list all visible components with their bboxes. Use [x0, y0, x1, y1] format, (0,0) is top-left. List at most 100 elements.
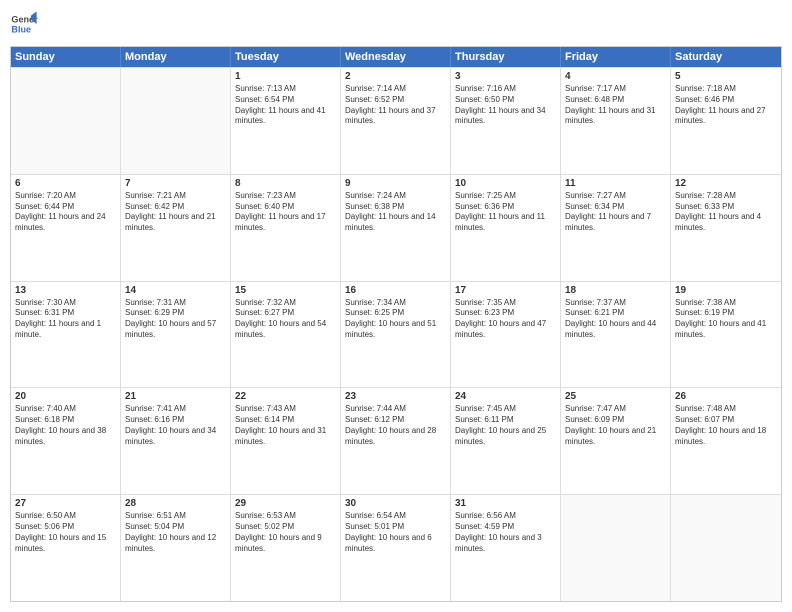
cal-cell: 10 Sunrise: 7:25 AMSunset: 6:36 PMDayligh…: [451, 175, 561, 281]
cal-cell: 16Sunrise: 7:34 AMSunset: 6:25 PMDayligh…: [341, 282, 451, 388]
cal-cell: 8 Sunrise: 7:23 AMSunset: 6:40 PMDaylight…: [231, 175, 341, 281]
cell-daylight-info: Sunrise: 6:54 AMSunset: 5:01 PMDaylight:…: [345, 511, 446, 554]
calendar-header: SundayMondayTuesdayWednesdayThursdayFrid…: [11, 47, 781, 67]
cal-cell: 22 Sunrise: 7:43 AMSunset: 6:14 PMDayligh…: [231, 388, 341, 494]
cal-cell: [11, 68, 121, 174]
day-number: 30: [345, 498, 446, 509]
logo-icon: General Blue: [10, 10, 38, 38]
cell-daylight-info: Sunrise: 7:30 AMSunset: 6:31 PMDaylight:…: [15, 298, 116, 341]
cal-cell: 9 Sunrise: 7:24 AMSunset: 6:38 PMDaylight…: [341, 175, 451, 281]
day-number: 2: [345, 71, 446, 82]
cell-daylight-info: Sunrise: 6:56 AMSunset: 4:59 PMDaylight:…: [455, 511, 556, 554]
cal-cell: 5 Sunrise: 7:18 AMSunset: 6:46 PMDaylight…: [671, 68, 781, 174]
day-number: 10: [455, 178, 556, 189]
cal-cell: 11Sunrise: 7:27 AMSunset: 6:34 PMDayligh…: [561, 175, 671, 281]
day-number: 13: [15, 285, 116, 296]
day-number: 17: [455, 285, 556, 296]
cal-cell: 14Sunrise: 7:31 AMSunset: 6:29 PMDayligh…: [121, 282, 231, 388]
cal-cell: 30 Sunrise: 6:54 AMSunset: 5:01 PMDayligh…: [341, 495, 451, 601]
cell-daylight-info: Sunrise: 7:38 AMSunset: 6:19 PMDaylight:…: [675, 298, 777, 341]
cal-cell: 24 Sunrise: 7:45 AMSunset: 6:11 PMDayligh…: [451, 388, 561, 494]
day-number: 9: [345, 178, 446, 189]
page: General Blue SundayMondayTuesdayWednesda…: [0, 0, 792, 612]
logo: General Blue: [10, 10, 41, 38]
cell-daylight-info: Sunrise: 7:27 AMSunset: 6:34 PMDaylight:…: [565, 191, 666, 234]
cell-daylight-info: Sunrise: 6:51 AMSunset: 5:04 PMDaylight:…: [125, 511, 226, 554]
day-number: 31: [455, 498, 556, 509]
cell-daylight-info: Sunrise: 7:16 AMSunset: 6:50 PMDaylight:…: [455, 84, 556, 127]
cell-daylight-info: Sunrise: 7:48 AMSunset: 6:07 PMDaylight:…: [675, 404, 777, 447]
cal-cell: 27Sunrise: 6:50 AMSunset: 5:06 PMDayligh…: [11, 495, 121, 601]
cal-cell: 20 Sunrise: 7:40 AMSunset: 6:18 PMDayligh…: [11, 388, 121, 494]
header-day-sunday: Sunday: [11, 47, 121, 67]
cell-daylight-info: Sunrise: 7:45 AMSunset: 6:11 PMDaylight:…: [455, 404, 556, 447]
day-number: 6: [15, 178, 116, 189]
cell-daylight-info: Sunrise: 7:25 AMSunset: 6:36 PMDaylight:…: [455, 191, 556, 234]
calendar-row-3: 20 Sunrise: 7:40 AMSunset: 6:18 PMDayligh…: [11, 387, 781, 494]
cell-daylight-info: Sunrise: 7:37 AMSunset: 6:21 PMDaylight:…: [565, 298, 666, 341]
cal-cell: 17Sunrise: 7:35 AMSunset: 6:23 PMDayligh…: [451, 282, 561, 388]
cell-daylight-info: Sunrise: 7:20 AMSunset: 6:44 PMDaylight:…: [15, 191, 116, 234]
day-number: 23: [345, 391, 446, 402]
cal-cell: 15 Sunrise: 7:32 AMSunset: 6:27 PMDayligh…: [231, 282, 341, 388]
cal-cell: 28 Sunrise: 6:51 AMSunset: 5:04 PMDayligh…: [121, 495, 231, 601]
header-day-saturday: Saturday: [671, 47, 781, 67]
day-number: 1: [235, 71, 336, 82]
day-number: 8: [235, 178, 336, 189]
cal-cell: [671, 495, 781, 601]
calendar-row-0: 1 Sunrise: 7:13 AMSunset: 6:54 PMDaylight…: [11, 67, 781, 174]
cell-daylight-info: Sunrise: 7:17 AMSunset: 6:48 PMDaylight:…: [565, 84, 666, 127]
day-number: 24: [455, 391, 556, 402]
cal-cell: 2 Sunrise: 7:14 AMSunset: 6:52 PMDaylight…: [341, 68, 451, 174]
calendar: SundayMondayTuesdayWednesdayThursdayFrid…: [10, 46, 782, 602]
cell-daylight-info: Sunrise: 7:40 AMSunset: 6:18 PMDaylight:…: [15, 404, 116, 447]
cell-daylight-info: Sunrise: 7:41 AMSunset: 6:16 PMDaylight:…: [125, 404, 226, 447]
day-number: 12: [675, 178, 777, 189]
cell-daylight-info: Sunrise: 7:18 AMSunset: 6:46 PMDaylight:…: [675, 84, 777, 127]
cal-cell: 6 Sunrise: 7:20 AMSunset: 6:44 PMDaylight…: [11, 175, 121, 281]
calendar-row-1: 6 Sunrise: 7:20 AMSunset: 6:44 PMDaylight…: [11, 174, 781, 281]
day-number: 22: [235, 391, 336, 402]
cal-cell: 19 Sunrise: 7:38 AMSunset: 6:19 PMDayligh…: [671, 282, 781, 388]
cell-daylight-info: Sunrise: 7:24 AMSunset: 6:38 PMDaylight:…: [345, 191, 446, 234]
day-number: 21: [125, 391, 226, 402]
header: General Blue: [10, 10, 782, 38]
day-number: 19: [675, 285, 777, 296]
cell-daylight-info: Sunrise: 7:44 AMSunset: 6:12 PMDaylight:…: [345, 404, 446, 447]
calendar-row-4: 27Sunrise: 6:50 AMSunset: 5:06 PMDayligh…: [11, 494, 781, 601]
day-number: 20: [15, 391, 116, 402]
cell-daylight-info: Sunrise: 7:28 AMSunset: 6:33 PMDaylight:…: [675, 191, 777, 234]
cell-daylight-info: Sunrise: 7:47 AMSunset: 6:09 PMDaylight:…: [565, 404, 666, 447]
day-number: 28: [125, 498, 226, 509]
cell-daylight-info: Sunrise: 7:21 AMSunset: 6:42 PMDaylight:…: [125, 191, 226, 234]
header-day-wednesday: Wednesday: [341, 47, 451, 67]
cell-daylight-info: Sunrise: 6:50 AMSunset: 5:06 PMDaylight:…: [15, 511, 116, 554]
header-day-thursday: Thursday: [451, 47, 561, 67]
cal-cell: 3Sunrise: 7:16 AMSunset: 6:50 PMDaylight…: [451, 68, 561, 174]
cal-cell: 21 Sunrise: 7:41 AMSunset: 6:16 PMDayligh…: [121, 388, 231, 494]
cal-cell: 29Sunrise: 6:53 AMSunset: 5:02 PMDayligh…: [231, 495, 341, 601]
header-day-friday: Friday: [561, 47, 671, 67]
day-number: 15: [235, 285, 336, 296]
header-day-monday: Monday: [121, 47, 231, 67]
cal-cell: [121, 68, 231, 174]
cal-cell: 12 Sunrise: 7:28 AMSunset: 6:33 PMDayligh…: [671, 175, 781, 281]
day-number: 5: [675, 71, 777, 82]
cal-cell: 23 Sunrise: 7:44 AMSunset: 6:12 PMDayligh…: [341, 388, 451, 494]
cal-cell: 26Sunrise: 7:48 AMSunset: 6:07 PMDayligh…: [671, 388, 781, 494]
cell-daylight-info: Sunrise: 7:14 AMSunset: 6:52 PMDaylight:…: [345, 84, 446, 127]
cell-daylight-info: Sunrise: 7:32 AMSunset: 6:27 PMDaylight:…: [235, 298, 336, 341]
cal-cell: [561, 495, 671, 601]
day-number: 4: [565, 71, 666, 82]
day-number: 18: [565, 285, 666, 296]
day-number: 7: [125, 178, 226, 189]
cell-daylight-info: Sunrise: 7:13 AMSunset: 6:54 PMDaylight:…: [235, 84, 336, 127]
cell-daylight-info: Sunrise: 7:43 AMSunset: 6:14 PMDaylight:…: [235, 404, 336, 447]
cell-daylight-info: Sunrise: 7:34 AMSunset: 6:25 PMDaylight:…: [345, 298, 446, 341]
cal-cell: 13 Sunrise: 7:30 AMSunset: 6:31 PMDayligh…: [11, 282, 121, 388]
cal-cell: 31 Sunrise: 6:56 AMSunset: 4:59 PMDayligh…: [451, 495, 561, 601]
cal-cell: 7 Sunrise: 7:21 AMSunset: 6:42 PMDaylight…: [121, 175, 231, 281]
cell-daylight-info: Sunrise: 7:23 AMSunset: 6:40 PMDaylight:…: [235, 191, 336, 234]
cell-daylight-info: Sunrise: 7:31 AMSunset: 6:29 PMDaylight:…: [125, 298, 226, 341]
cal-cell: 1 Sunrise: 7:13 AMSunset: 6:54 PMDaylight…: [231, 68, 341, 174]
